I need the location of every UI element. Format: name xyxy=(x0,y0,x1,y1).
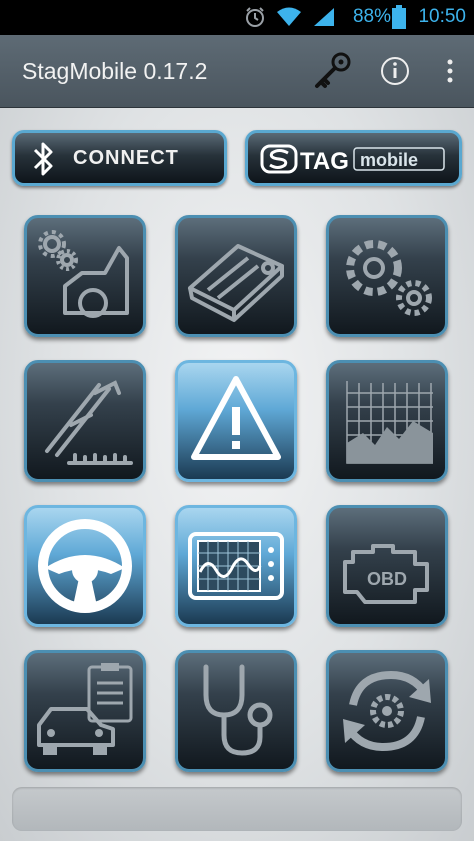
oscilloscope-tile[interactable] xyxy=(175,505,297,627)
connect-label: CONNECT xyxy=(73,147,179,169)
connect-button[interactable]: CONNECT xyxy=(12,130,227,186)
status-time: 10:50 xyxy=(418,6,466,27)
stethoscope-tile[interactable] xyxy=(175,650,297,772)
svg-text:OBD: OBD xyxy=(367,569,407,589)
app-bar: StagMobile 0.17.2 xyxy=(0,35,474,108)
bluetooth-icon xyxy=(33,142,53,176)
svg-text:TAG: TAG xyxy=(300,148,349,175)
stag-mobile-logo: TAG mobile xyxy=(260,144,445,175)
caliper-icon xyxy=(45,380,133,465)
update-sync-tile[interactable] xyxy=(326,650,448,772)
stag-mobile-button[interactable]: TAG mobile xyxy=(245,130,462,186)
area-chart-tile[interactable] xyxy=(326,360,448,482)
car-engine-settings-tile[interactable] xyxy=(24,215,146,337)
obd-engine-icon: OBD xyxy=(343,544,429,604)
gears-icon xyxy=(346,240,432,316)
car-engine-settings-icon xyxy=(38,230,129,318)
update-sync-icon xyxy=(343,670,431,752)
wifi-icon xyxy=(277,7,301,26)
overflow-menu-icon[interactable] xyxy=(428,49,472,93)
battery-icon xyxy=(392,5,406,29)
obd-engine-tile[interactable]: OBD xyxy=(326,505,448,627)
status-strip xyxy=(12,787,462,831)
app-title: StagMobile 0.17.2 xyxy=(22,58,208,84)
stethoscope-icon xyxy=(203,664,273,756)
info-icon[interactable] xyxy=(373,49,417,93)
steering-wheel-icon xyxy=(38,519,132,613)
key-icon[interactable] xyxy=(310,49,354,93)
oscilloscope-icon xyxy=(188,532,284,600)
main-content: CONNECT TAG mobile OBD xyxy=(0,108,474,841)
car-clipboard-tile[interactable] xyxy=(24,650,146,772)
injector-rail-icon xyxy=(188,244,284,322)
caliper-tile[interactable] xyxy=(24,360,146,482)
status-bar: 88% 10:50 xyxy=(0,0,474,35)
battery-percentage: 88% xyxy=(352,6,391,27)
car-clipboard-icon xyxy=(37,663,133,755)
signal-icon xyxy=(314,8,334,26)
alarm-icon xyxy=(246,7,264,27)
area-chart-icon xyxy=(346,381,433,464)
injector-rail-tile[interactable] xyxy=(175,215,297,337)
steering-wheel-tile[interactable] xyxy=(24,505,146,627)
gears-tile[interactable] xyxy=(326,215,448,337)
svg-text:mobile: mobile xyxy=(360,150,418,170)
warning-icon xyxy=(191,376,281,460)
warning-tile[interactable] xyxy=(175,360,297,482)
